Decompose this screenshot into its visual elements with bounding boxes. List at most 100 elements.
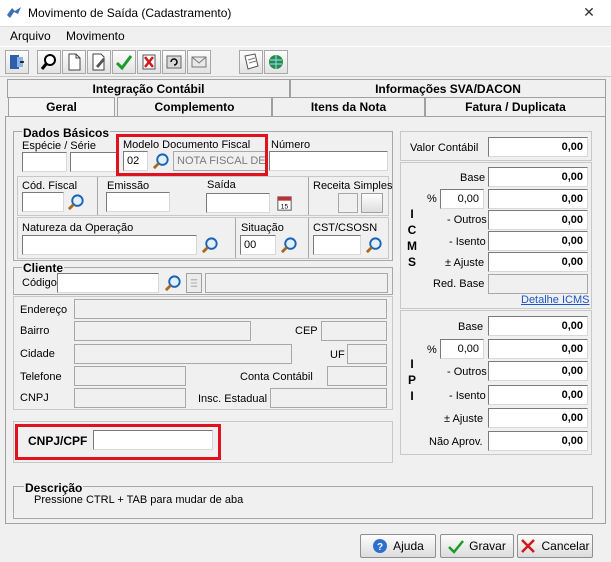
ipi-nao-aprov-input[interactable]: 0,00 <box>488 431 588 451</box>
icms-ajuste-input[interactable]: 0,00 <box>488 252 588 272</box>
cliente-codigo-input[interactable] <box>57 273 159 293</box>
tab-integracao-contabil[interactable]: Integração Contábil <box>7 79 290 98</box>
toolbar <box>0 46 611 77</box>
divider <box>97 177 98 215</box>
check-icon <box>448 540 465 554</box>
descricao-title: Descrição <box>24 481 84 495</box>
ipi-outros-input[interactable]: 0,00 <box>488 361 588 381</box>
nfe-button[interactable] <box>264 50 288 74</box>
telefone-field <box>74 366 186 386</box>
uf-label: UF <box>330 349 345 361</box>
cliente-search-button[interactable] <box>162 272 184 294</box>
list-icon <box>190 279 198 287</box>
situacao-input[interactable]: 00 <box>240 235 276 255</box>
cancel-x-icon <box>521 539 536 553</box>
ajuda-button[interactable]: ? Ajuda <box>360 534 436 558</box>
conta-contabil-label: Conta Contábil <box>240 371 313 383</box>
cnpj-label: CNPJ <box>20 392 49 404</box>
icms-valor-input[interactable]: 0,00 <box>488 189 588 209</box>
numero-input[interactable] <box>269 151 388 171</box>
bairro-label: Bairro <box>20 325 50 337</box>
app-icon <box>6 6 22 20</box>
ipi-outros-label: - Outros <box>447 366 487 378</box>
ipi-nao-aprov-label: Não Aprov. <box>429 436 483 448</box>
valor-contabil-label: Valor Contábil <box>410 142 479 154</box>
detalhe-icms-link[interactable]: Detalhe ICMS <box>521 294 589 306</box>
icms-base-input[interactable]: 0,00 <box>488 167 588 187</box>
divider <box>308 177 309 215</box>
situacao-label: Situação <box>241 222 284 234</box>
icms-outros-input[interactable]: 0,00 <box>488 210 588 230</box>
close-icon[interactable]: ✕ <box>581 4 597 20</box>
icms-base-label: Base <box>460 172 486 184</box>
iss-document-icon <box>244 53 259 70</box>
ipi-ajuste-input[interactable]: 0,00 <box>488 408 588 428</box>
numero-label: Número <box>271 139 311 151</box>
ipi-vertical-label: IPI <box>407 357 416 403</box>
emissao-input[interactable] <box>106 192 170 212</box>
tab-itens-da-nota[interactable]: Itens da Nota <box>272 97 425 116</box>
ipi-isento-label: - Isento <box>449 390 486 402</box>
natureza-search-button[interactable] <box>199 234 221 256</box>
icms-isento-input[interactable]: 0,00 <box>488 231 588 251</box>
envelope-icon <box>191 56 207 68</box>
receita-simples-button[interactable] <box>361 193 383 213</box>
uf-field <box>347 344 387 364</box>
ipi-ajuste-label: ± Ajuste <box>444 413 484 425</box>
delete-button[interactable] <box>137 50 161 74</box>
magnifier-icon <box>164 274 181 291</box>
descricao-text: Pressione CTRL + TAB para mudar de aba <box>34 494 244 506</box>
emissao-label: Emissão <box>107 180 150 192</box>
refresh-icon <box>166 55 182 69</box>
menu-movimento[interactable]: Movimento <box>66 27 125 45</box>
ipi-base-label: Base <box>458 321 484 333</box>
cliente-nome-field <box>205 273 388 293</box>
iss-button[interactable] <box>239 50 263 74</box>
tab-fatura-duplicata[interactable]: Fatura / Duplicata <box>425 97 606 116</box>
divider <box>235 218 236 258</box>
menu-arquivo[interactable]: Arquivo <box>10 27 51 45</box>
endereco-field <box>74 299 387 319</box>
ipi-aliquota-input[interactable]: 0,00 <box>440 339 484 359</box>
icms-vertical-label: ICMS <box>407 207 417 269</box>
confirm-button[interactable] <box>112 50 136 74</box>
edit-button[interactable] <box>87 50 111 74</box>
tab-informacoes-sva-dacon[interactable]: Informações SVA/DACON <box>290 79 606 98</box>
situacao-search-button[interactable] <box>278 234 300 256</box>
icms-isento-label: - Isento <box>449 236 486 248</box>
new-button[interactable] <box>62 50 86 74</box>
icms-outros-label: - Outros <box>447 214 487 226</box>
natureza-operacao-input[interactable] <box>22 235 197 255</box>
bairro-field <box>74 321 251 341</box>
check-icon <box>115 55 133 71</box>
cliente-list-button[interactable] <box>186 273 202 293</box>
serie-input[interactable] <box>70 152 118 172</box>
ipi-valor-input[interactable]: 0,00 <box>488 339 588 359</box>
valor-contabil-input[interactable]: 0,00 <box>488 137 588 157</box>
cst-csosn-input[interactable] <box>313 235 361 255</box>
cep-field <box>321 321 387 341</box>
mail-button[interactable] <box>187 50 211 74</box>
magnifier-icon <box>280 236 297 253</box>
tab-geral[interactable]: Geral <box>8 97 115 116</box>
cancelar-label: Cancelar <box>541 539 590 553</box>
especie-input[interactable] <box>22 152 67 172</box>
cancelar-button[interactable]: Cancelar <box>517 534 593 558</box>
ipi-base-input[interactable]: 0,00 <box>488 316 588 336</box>
saida-input[interactable] <box>206 193 270 213</box>
gravar-button[interactable]: Gravar <box>440 534 514 558</box>
saida-calendar-button[interactable]: 15 <box>273 192 295 214</box>
icms-aliquota-input[interactable]: 0,00 <box>440 189 484 209</box>
tab-complemento[interactable]: Complemento <box>117 97 272 116</box>
especie-serie-label: Espécie / Série <box>22 140 96 152</box>
icms-red-base-field <box>488 274 588 294</box>
cod-fiscal-input[interactable] <box>22 192 64 212</box>
saida-label: Saída <box>207 179 236 191</box>
ipi-isento-input[interactable]: 0,00 <box>488 385 588 405</box>
cst-search-button[interactable] <box>363 234 385 256</box>
exit-button[interactable] <box>5 50 29 74</box>
cod-fiscal-search-button[interactable] <box>65 191 87 213</box>
svg-text:15: 15 <box>280 203 288 210</box>
search-button[interactable] <box>37 50 61 74</box>
refresh-button[interactable] <box>162 50 186 74</box>
